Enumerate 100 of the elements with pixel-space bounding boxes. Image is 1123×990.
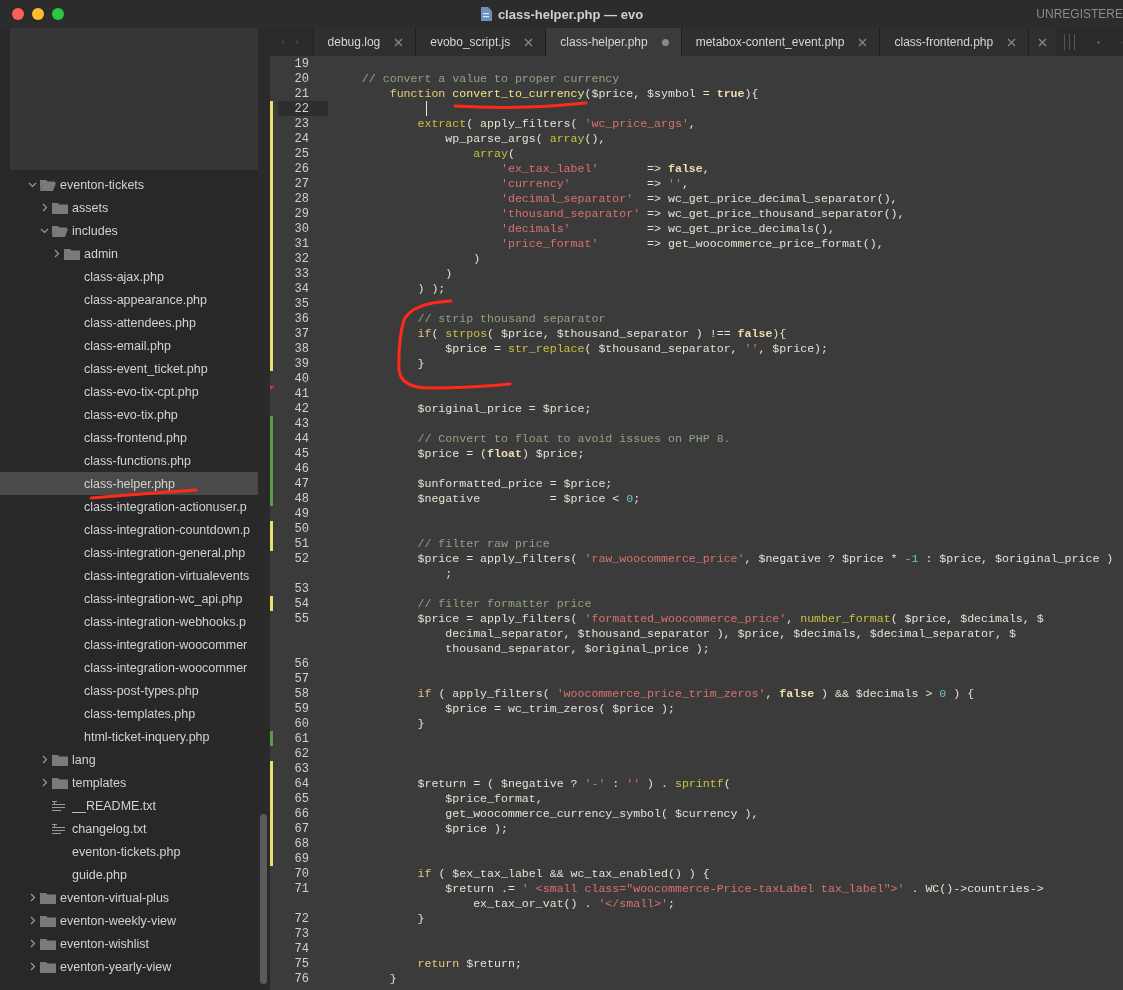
zoom-window-button[interactable] — [52, 8, 64, 20]
editor-tab[interactable]: class-frontend.php — [879, 28, 1029, 56]
code-function: str_replace — [507, 341, 585, 356]
line-number: 74 — [293, 941, 309, 956]
chevron-right-icon[interactable] — [40, 203, 49, 212]
scrollbar-thumb[interactable] — [260, 814, 267, 984]
code-keyword: if — [417, 866, 432, 881]
code-text: } — [417, 911, 425, 926]
folder-icon — [40, 937, 56, 950]
editor-tab[interactable] — [1028, 28, 1057, 56]
line-number: 46 — [293, 461, 309, 476]
file-item[interactable]: class-integration-general.php — [0, 541, 258, 564]
minimize-window-button[interactable] — [32, 8, 44, 20]
file-item[interactable]: class-post-types.php — [0, 679, 258, 702]
line-number: 65 — [293, 791, 309, 806]
code-text: => get_woocommerce_price_format(), — [646, 236, 884, 251]
line-number: 31 — [293, 236, 309, 251]
file-item[interactable]: class-integration-countdown.p — [0, 518, 258, 541]
editor-tab[interactable]: debug.log — [312, 28, 416, 56]
code-text: (), — [584, 131, 606, 146]
code-text: ($price, $symbol = — [584, 86, 711, 101]
file-item[interactable]: html-ticket-inquery.php — [0, 725, 258, 748]
close-icon[interactable] — [1038, 37, 1048, 47]
code-text: $negative = $price < — [417, 491, 621, 506]
file-item[interactable]: class-integration-virtualevents — [0, 564, 258, 587]
line-number: 47 — [293, 476, 309, 491]
line-number: 64 — [293, 776, 309, 791]
chevron-right-icon[interactable] — [28, 916, 37, 925]
line-number: 23 — [293, 116, 309, 131]
file-item[interactable]: class-helper.php — [0, 472, 258, 495]
chevron-right-icon[interactable] — [52, 249, 61, 258]
folder-item[interactable]: includes — [0, 219, 258, 242]
file-item[interactable]: class-integration-wc_api.php — [0, 587, 258, 610]
line-number: 69 — [293, 851, 309, 866]
file-item[interactable]: class-templates.php — [0, 702, 258, 725]
chevron-right-icon[interactable] — [40, 778, 49, 787]
file-item[interactable]: class-evo-tix.php — [0, 403, 258, 426]
line-number: 56 — [293, 656, 309, 671]
folder-item[interactable]: eventon-yearly-view — [0, 955, 258, 978]
close-window-button[interactable] — [12, 8, 24, 20]
code-string: '' — [626, 776, 641, 791]
code-text: , $price); — [758, 341, 828, 356]
file-item[interactable]: changelog.txt — [0, 817, 258, 840]
file-item[interactable]: class-frontend.php — [0, 426, 258, 449]
file-item[interactable]: class-functions.php — [0, 449, 258, 472]
file-item[interactable]: class-email.php — [0, 334, 258, 357]
close-icon[interactable] — [524, 37, 534, 47]
close-icon[interactable] — [1007, 37, 1017, 47]
folder-item[interactable]: eventon-wishlist — [0, 932, 258, 955]
file-item[interactable]: class-event_ticket.php — [0, 357, 258, 380]
line-number: 45 — [293, 446, 309, 461]
line-number: 28 — [293, 191, 309, 206]
code-text: ( $price, $thousand_separator ) !== — [487, 326, 732, 341]
folder-item[interactable]: lang — [0, 748, 258, 771]
code-text: ){ — [744, 86, 759, 101]
line-number: 42 — [293, 401, 309, 416]
folder-item[interactable]: eventon-virtual-plus — [0, 886, 258, 909]
file-item[interactable]: __README.txt — [0, 794, 258, 817]
code-function: strpos — [445, 326, 488, 341]
file-item[interactable]: class-integration-actionuser.p — [0, 495, 258, 518]
close-icon[interactable] — [394, 37, 404, 47]
line-number: 58 — [293, 686, 309, 701]
file-item[interactable]: class-evo-tix-cpt.php — [0, 380, 258, 403]
code-text: => wc_get_price_thousand_separator(), — [646, 206, 905, 221]
chevron-right-icon[interactable] — [28, 939, 37, 948]
editor-tab[interactable]: class-helper.php — [545, 28, 681, 56]
editor-tab[interactable]: evobo_script.js — [415, 28, 546, 56]
file-item[interactable]: class-ajax.php — [0, 265, 258, 288]
code-text: ; — [667, 896, 675, 911]
folder-item[interactable]: eventon-tickets — [0, 173, 258, 196]
file-item[interactable]: eventon-tickets.php — [0, 840, 258, 863]
code-constant: float — [487, 446, 522, 461]
code-text: ( apply_filters( — [466, 116, 579, 131]
line-number: 39 — [293, 356, 309, 371]
file-item[interactable]: class-attendees.php — [0, 311, 258, 334]
line-number: 62 — [293, 746, 309, 761]
line-number: 57 — [293, 671, 309, 686]
code-text: ){ — [772, 326, 787, 341]
file-item[interactable]: class-integration-woocommer — [0, 633, 258, 656]
chevron-right-icon[interactable] — [40, 755, 49, 764]
code-text: ) && $decimals > — [820, 686, 934, 701]
folder-item[interactable]: eventon-weekly-view — [0, 909, 258, 932]
line-number: 53 — [293, 581, 309, 596]
file-item[interactable]: class-integration-woocommer — [0, 656, 258, 679]
folder-item[interactable]: templates — [0, 771, 258, 794]
line-number: 24 — [293, 131, 309, 146]
editor-tab[interactable]: metabox-content_event.php — [680, 28, 880, 56]
folder-item[interactable]: admin — [0, 242, 258, 265]
file-item[interactable]: guide.php — [0, 863, 258, 886]
chevron-right-icon[interactable] — [28, 962, 37, 971]
code-string: 'wc_price_args' — [584, 116, 689, 131]
code-string: 'thousand_separator' — [501, 206, 641, 221]
file-item[interactable]: class-appearance.php — [0, 288, 258, 311]
file-item[interactable]: class-integration-webhooks.p — [0, 610, 258, 633]
code-keyword: if — [417, 326, 432, 341]
close-icon[interactable] — [858, 37, 868, 47]
code-text: => — [646, 161, 662, 176]
folder-item[interactable]: assets — [0, 196, 258, 219]
chevron-right-icon[interactable] — [28, 893, 37, 902]
line-number: 61 — [293, 731, 309, 746]
